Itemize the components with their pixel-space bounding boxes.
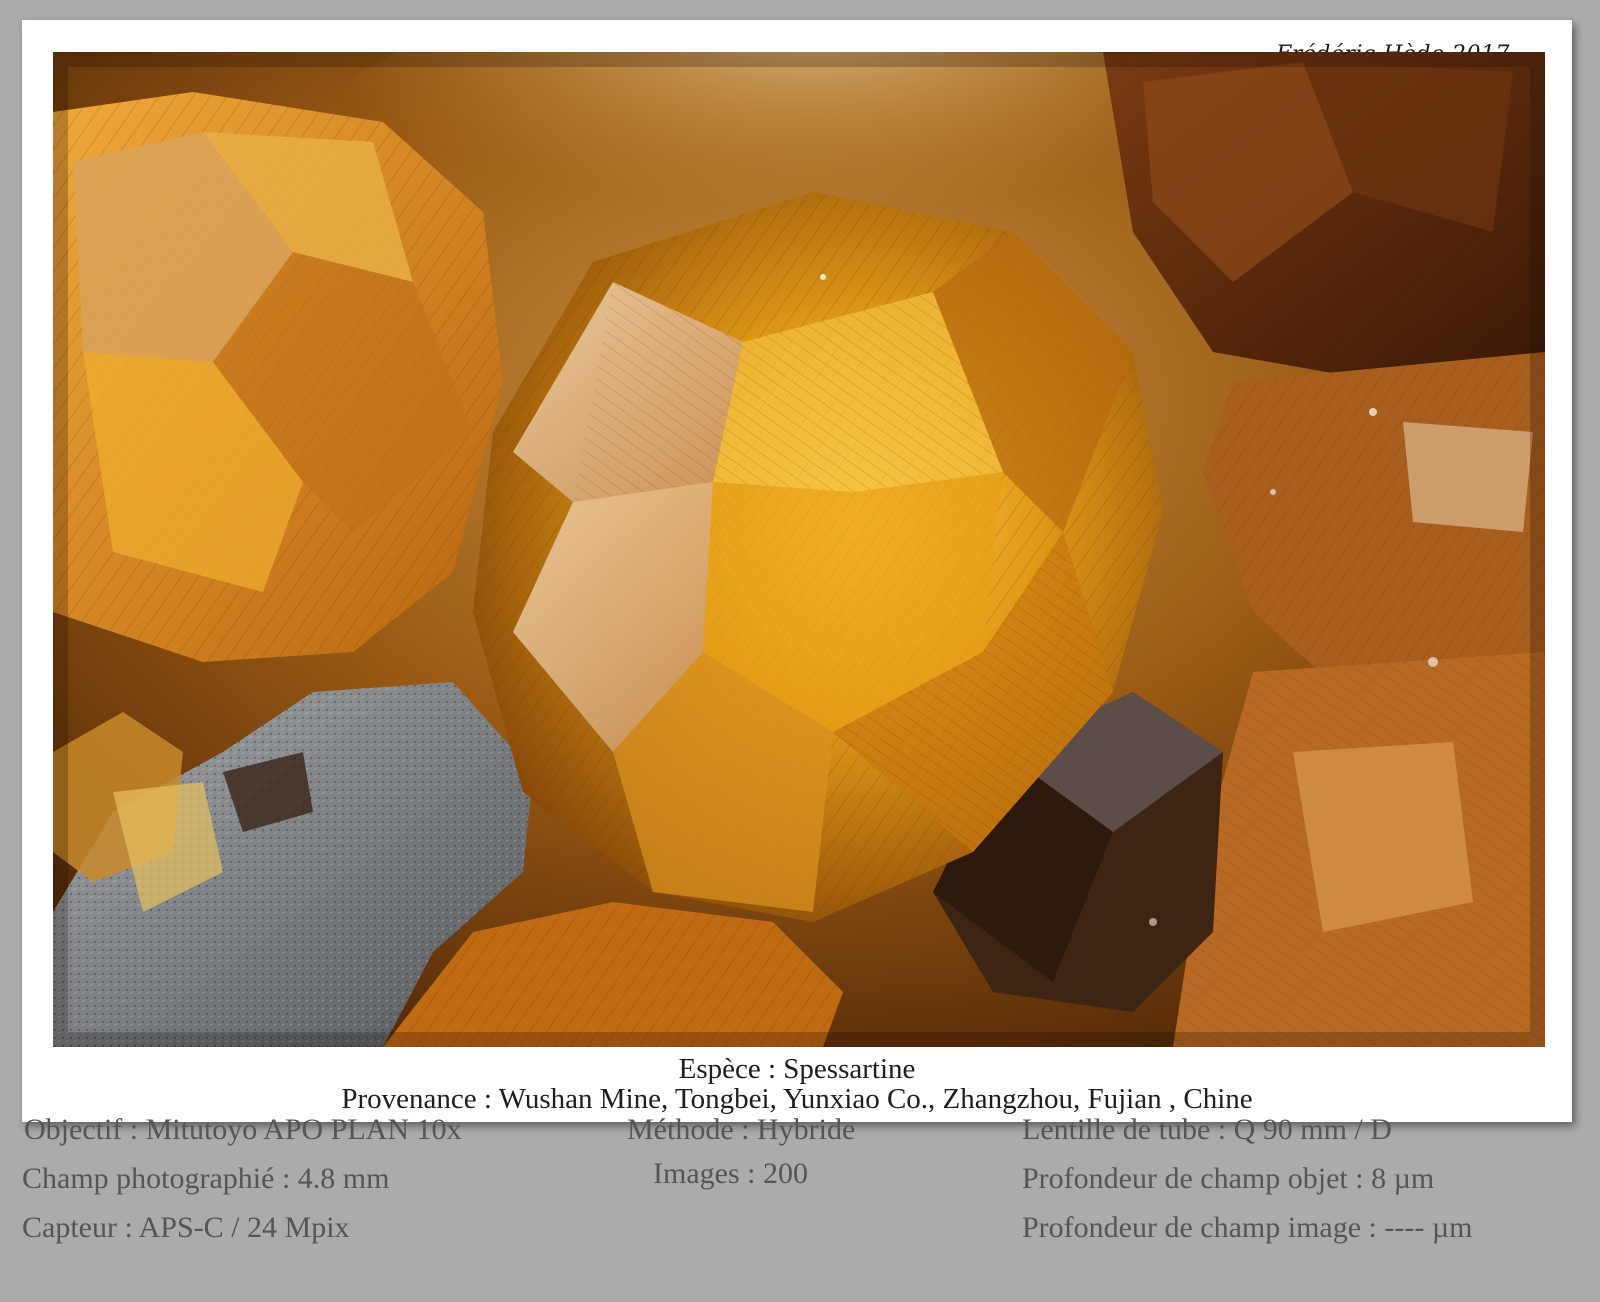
method-info: Méthode : Hybride xyxy=(627,1113,856,1146)
object-dof-info: Profondeur de champ objet : 8 µm xyxy=(1022,1162,1435,1195)
sensor-info: Capteur : APS-C / 24 Mpix xyxy=(22,1211,350,1244)
spessartine-crystal-image xyxy=(53,52,1545,1047)
provenance-caption: Provenance : Wushan Mine, Tongbei, Yunxi… xyxy=(341,1083,1253,1115)
objective-info: Objectif : Mitutoyo APO PLAN 10x xyxy=(24,1113,462,1146)
images-info: Images : 200 xyxy=(653,1157,808,1190)
photo-card: Frédéric Hède 2017 xyxy=(22,20,1572,1122)
mineral-photograph xyxy=(53,52,1545,1047)
tube-lens-info: Lentille de tube : Q 90 mm / D xyxy=(1022,1113,1392,1146)
field-info: Champ photographié : 4.8 mm xyxy=(22,1162,390,1195)
image-dof-info: Profondeur de champ image : ---- µm xyxy=(1022,1211,1473,1244)
species-caption: Espèce : Spessartine xyxy=(678,1053,916,1085)
